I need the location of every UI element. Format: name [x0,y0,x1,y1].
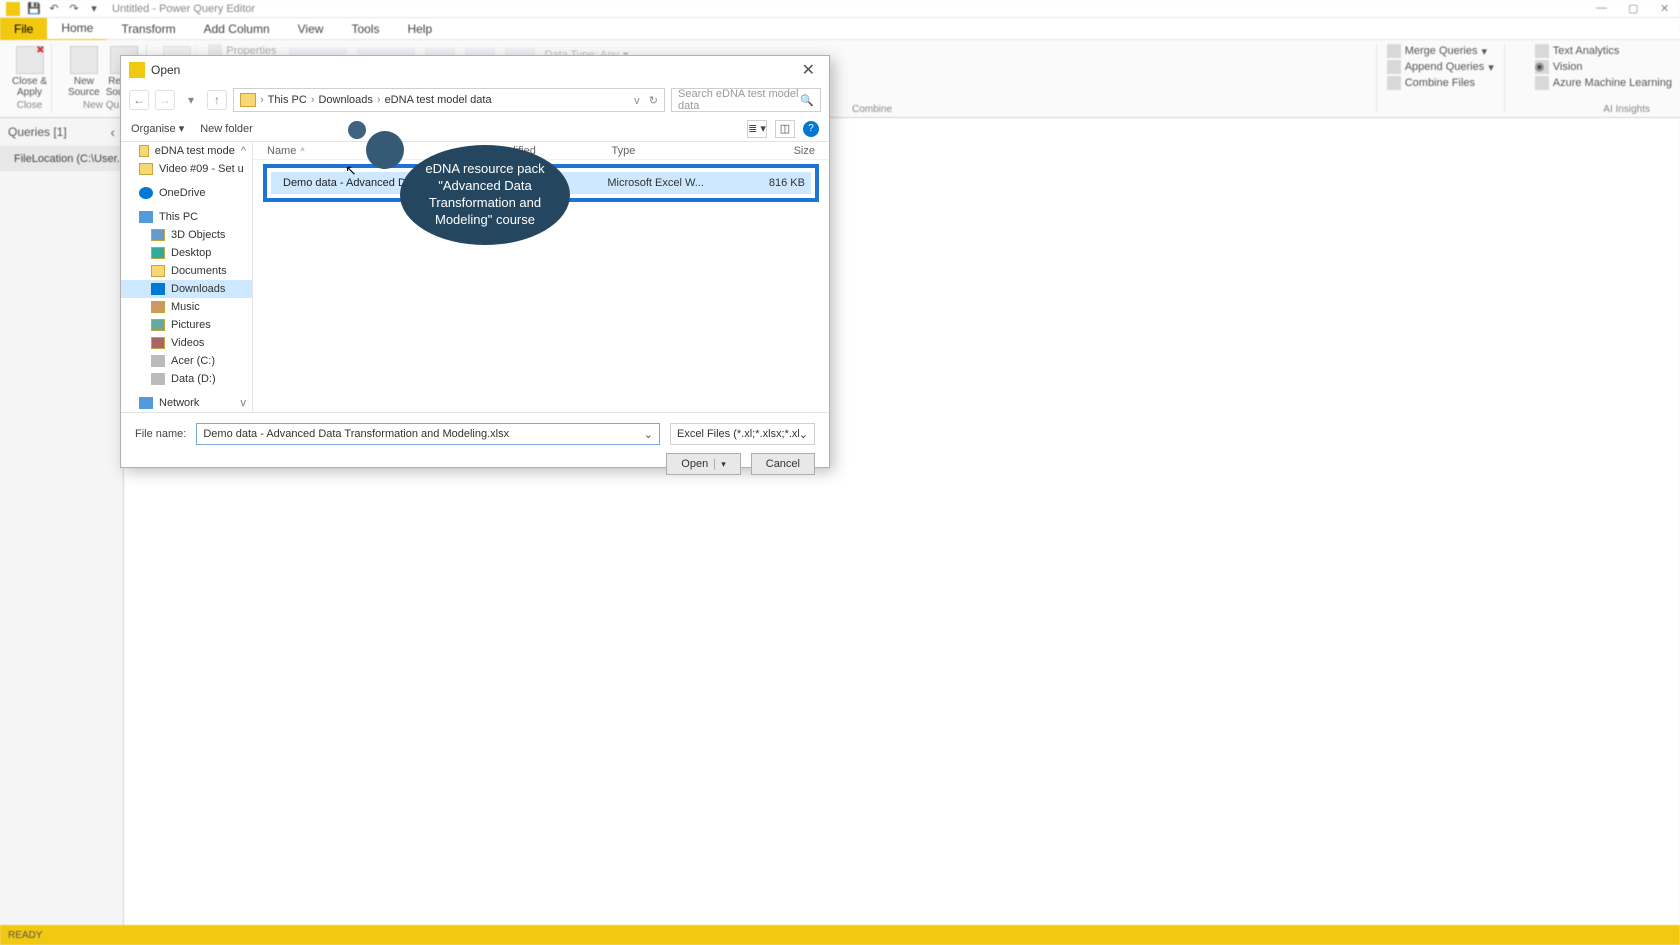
nav-back-button[interactable]: ← [129,90,149,110]
app-icon [6,2,20,16]
download-icon [151,283,165,295]
tab-transform[interactable]: Transform [107,18,189,40]
preview-pane-button[interactable]: ◫ [775,120,795,138]
query-item[interactable]: FileLocation (C:\User... [0,147,123,171]
cancel-button[interactable]: Cancel [751,453,815,475]
new-folder-button[interactable]: New folder [200,123,253,135]
quick-access-toolbar[interactable]: 💾 ↶ ↷ ▾ [26,2,102,15]
new-source-button[interactable]: New Source [68,46,100,98]
folder-tree[interactable]: eDNA test mode^ Video #09 - Set u OneDri… [121,142,253,412]
filename-input[interactable]: Demo data - Advanced Data Transformation… [196,423,660,445]
file-size: 816 KB [745,177,805,189]
sidebar-item-quick1[interactable]: eDNA test mode^ [121,142,252,160]
sidebar-item-music[interactable]: Music [121,298,252,316]
sidebar-item-documents[interactable]: Documents [121,262,252,280]
nav-forward-button[interactable]: → [155,90,175,110]
close-window-button[interactable]: ✕ [1660,2,1674,16]
sidebar-item-downloads[interactable]: Downloads [121,280,252,298]
open-file-dialog: Open ✕ ← → ▾ ↑ › This PC › Downloads › e… [120,55,830,468]
maximize-button[interactable]: ▢ [1628,2,1642,16]
open-split-dropdown[interactable]: ▾ [714,459,726,470]
azure-ml-button[interactable]: Azure Machine Learning [1535,76,1672,90]
column-date[interactable]: Date modified [468,145,612,157]
column-name[interactable]: Name [267,145,296,157]
search-input[interactable]: Search eDNA test model data 🔍 [671,88,821,112]
sidebar-item-thispc[interactable]: This PC [121,208,252,226]
file-filter-dropdown[interactable]: Excel Files (*.xl;*.xlsx;*.xlsm;*.xl ⌄ [670,423,815,445]
window-title: Untitled - Power Query Editor [112,3,255,15]
tab-home[interactable]: Home [47,17,107,41]
queries-header: Queries [1] [8,125,67,139]
column-type[interactable]: Type [611,145,755,157]
sidebar-item-desktop[interactable]: Desktop [121,244,252,262]
address-bar[interactable]: › This PC › Downloads › eDNA test model … [233,88,665,112]
nav-up-button[interactable]: ↑ [207,90,227,110]
folder-icon [240,93,256,107]
file-row[interactable]: Demo data - Advanced Data Transformat...… [271,172,811,194]
address-dropdown-icon[interactable]: v ↻ [634,94,658,107]
file-tab[interactable]: File [0,18,47,40]
save-icon[interactable]: 💾 [26,2,42,15]
view-options-button[interactable]: ≣ ▾ [747,120,767,138]
vision-button[interactable]: ◉Vision [1535,60,1672,74]
group-ai-label: AI Insights [1603,104,1650,115]
tab-view[interactable]: View [284,18,338,40]
file-date: 20-12-2019 13:44 [470,177,608,189]
query-item-label: FileLocation (C:\User... [14,153,123,165]
sidebar-item-drive-d[interactable]: Data (D:) [121,370,252,388]
column-size[interactable]: Size [755,145,815,157]
open-button[interactable]: Open▾ [666,453,740,475]
minimize-button[interactable]: — [1596,2,1610,16]
tab-add-column[interactable]: Add Column [190,18,284,40]
search-icon: 🔍 [800,94,814,107]
append-queries-button[interactable]: Append Queries ▾ [1387,60,1494,74]
undo-icon[interactable]: ↶ [46,2,62,15]
nav-history-button[interactable]: ▾ [181,90,201,110]
tab-help[interactable]: Help [393,18,446,40]
close-apply-button[interactable]: ✖ Close & Apply [12,46,47,98]
text-analytics-button[interactable]: Text Analytics [1535,44,1672,58]
sidebar-item-onedrive[interactable]: OneDrive [121,184,252,202]
eye-icon: ◉ [1535,60,1549,74]
merge-queries-button[interactable]: Merge Queries ▾ [1387,44,1494,58]
filename-label: File name: [135,428,186,440]
sidebar-item-pictures[interactable]: Pictures [121,316,252,334]
sidebar-item-drive-c[interactable]: Acer (C:) [121,352,252,370]
organise-menu[interactable]: Organise ▾ [131,122,184,135]
sidebar-item-videos[interactable]: Videos [121,334,252,352]
group-close-label: Close [17,100,43,111]
sidebar-item-network[interactable]: Networkv [121,394,252,412]
breadcrumb-pc[interactable]: This PC [268,94,307,106]
dialog-close-button[interactable]: ✕ [796,60,821,80]
dialog-title: Open [151,63,180,77]
file-type: Microsoft Excel W... [607,177,745,189]
status-bar: READY [0,925,1680,945]
qat-dropdown-icon[interactable]: ▾ [86,2,102,15]
collapse-queries-icon[interactable]: ‹ [110,124,115,140]
sidebar-item-quick2[interactable]: Video #09 - Set u [121,160,252,178]
tab-tools[interactable]: Tools [337,18,393,40]
group-combine-label: Combine [852,104,892,115]
help-icon[interactable]: ? [803,121,819,137]
dialog-icon [129,62,145,78]
combine-files-button[interactable]: Combine Files [1387,76,1494,90]
redo-icon[interactable]: ↷ [66,2,82,15]
sidebar-item-3dobjects[interactable]: 3D Objects [121,226,252,244]
breadcrumb-folder[interactable]: eDNA test model data [385,94,492,106]
filename-dropdown-icon[interactable]: ⌄ [644,428,653,441]
breadcrumb-downloads[interactable]: Downloads [318,94,372,106]
